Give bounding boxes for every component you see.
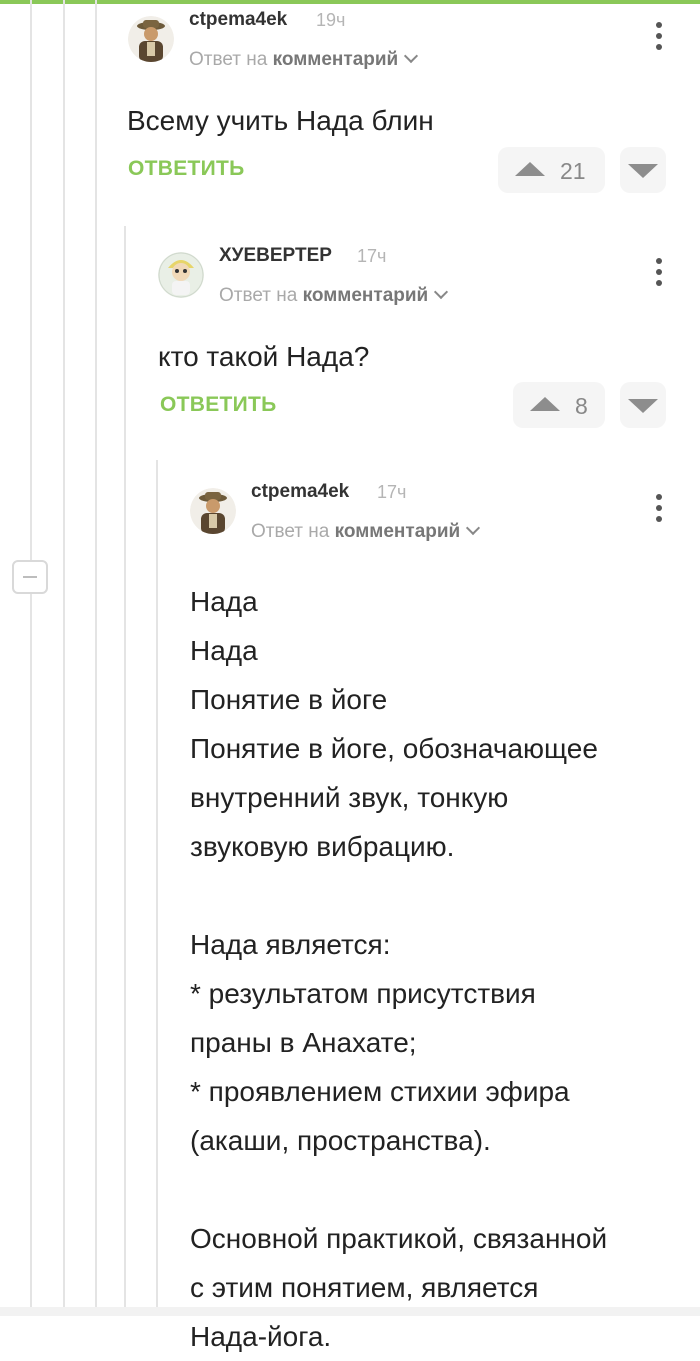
upvote-icon [515, 162, 545, 176]
avatar[interactable] [158, 252, 204, 298]
vote-count: 8 [575, 393, 588, 419]
avatar[interactable] [190, 488, 236, 534]
comment-text: кто такой Нада? [158, 341, 370, 372]
timestamp: 17ч [377, 482, 407, 502]
username[interactable]: ХУЕВЕРТЕР [219, 245, 332, 267]
comment-line: звуковую вибрацию. [190, 831, 455, 862]
more-icon[interactable] [654, 22, 664, 52]
comment-line: Нада-йога. [190, 1321, 332, 1352]
comment-line: праны в Анахате; [190, 1027, 417, 1058]
bottom-bar [0, 1307, 700, 1316]
comment-text: Нада Нада Понятие в йоге Понятие в йоге,… [190, 577, 607, 1361]
thread-line[interactable] [156, 460, 158, 1307]
timestamp: 19ч [316, 10, 346, 30]
upvote-icon [530, 397, 560, 411]
username[interactable]: ctpema4ek [251, 481, 349, 503]
reply-target: комментарий [272, 49, 399, 70]
thread-line[interactable] [124, 226, 126, 1307]
comment-line: внутренний звук, тонкую [190, 782, 509, 813]
vote-count: 21 [560, 158, 586, 184]
downvote-icon [628, 164, 658, 178]
comment-text: Всему учить Нада блин [127, 105, 434, 136]
comment-line: с этим понятием, является [190, 1272, 539, 1303]
upvote-button[interactable]: 21 [498, 147, 605, 193]
collapse-icon [23, 576, 37, 578]
thread-line [63, 0, 65, 1307]
comment-line: Нада является: [190, 929, 391, 960]
reply-button[interactable]: ОТВЕТИТЬ [128, 157, 245, 181]
more-icon[interactable] [654, 258, 664, 288]
downvote-button[interactable] [620, 382, 666, 428]
avatar[interactable] [128, 16, 174, 62]
chevron-down-icon [404, 48, 419, 64]
downvote-icon [628, 399, 658, 413]
reply-to-link[interactable]: Ответ на комментарий [251, 520, 481, 543]
timestamp: 17ч [357, 246, 387, 266]
reply-target: комментарий [334, 521, 461, 542]
thread-line [95, 0, 97, 1307]
username[interactable]: ctpema4ek [189, 9, 287, 31]
collapse-thread-button[interactable] [12, 560, 48, 594]
reply-prefix: Ответ на [251, 521, 330, 542]
reply-button[interactable]: ОТВЕТИТЬ [160, 393, 277, 417]
comment-line: Понятие в йоге [190, 684, 388, 715]
comment-line: * результатом присутствия [190, 978, 536, 1009]
upvote-button[interactable]: 8 [513, 382, 605, 428]
comment-line: (акаши, пространства). [190, 1125, 491, 1156]
comment-line: Нада [190, 635, 258, 666]
chevron-down-icon [434, 284, 449, 300]
reply-to-link[interactable]: Ответ на комментарий [219, 284, 449, 307]
more-icon[interactable] [654, 494, 664, 524]
thread-line [30, 0, 32, 1307]
comment-line: Основной практикой, связанной [190, 1223, 608, 1254]
downvote-button[interactable] [620, 147, 666, 193]
comment-line: Нада [190, 586, 258, 617]
reply-prefix: Ответ на [189, 49, 268, 70]
comment-line [190, 1165, 607, 1214]
comment-line: Понятие в йоге, обозначающее [190, 733, 598, 764]
chevron-down-icon [466, 520, 481, 536]
reply-to-link[interactable]: Ответ на комментарий [189, 48, 419, 71]
comment-line: * проявлением стихии эфира [190, 1076, 570, 1107]
reply-prefix: Ответ на [219, 285, 298, 306]
top-accent-bar [0, 0, 700, 4]
reply-target: комментарий [302, 285, 429, 306]
comment-line [190, 871, 607, 920]
